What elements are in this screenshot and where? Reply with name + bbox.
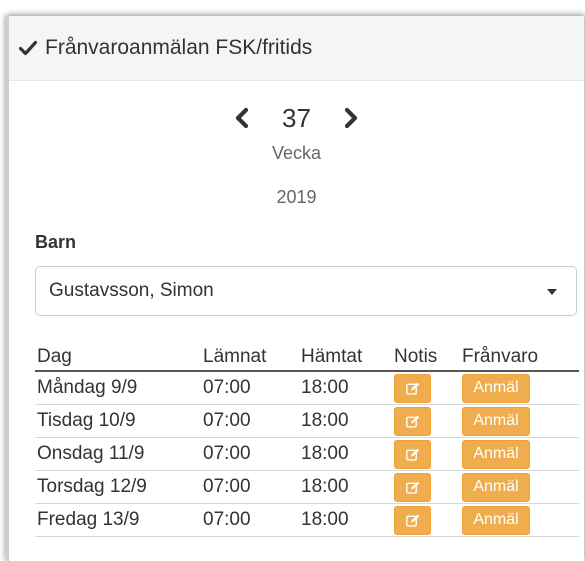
table-row: Måndag 9/9 07:00 18:00 Anmäl xyxy=(35,371,579,405)
edit-icon xyxy=(405,448,419,461)
caret-down-icon xyxy=(547,289,557,295)
report-absence-button[interactable]: Anmäl xyxy=(462,505,530,535)
picked-time-cell: 18:00 xyxy=(301,470,394,504)
panel-header: Frånvaroanmälan FSK/fritids xyxy=(9,16,584,81)
absence-cell: Anmäl xyxy=(462,404,579,438)
notis-button[interactable] xyxy=(394,406,431,436)
left-time-cell: 07:00 xyxy=(203,470,301,504)
column-header-left: Lämnat xyxy=(203,338,301,372)
edit-icon xyxy=(405,382,419,395)
report-absence-button[interactable]: Anmäl xyxy=(462,439,530,469)
absence-cell: Anmäl xyxy=(462,503,579,537)
day-cell: Onsdag 11/9 xyxy=(35,437,203,471)
day-cell: Måndag 9/9 xyxy=(35,371,203,405)
notis-cell xyxy=(394,503,462,537)
week-number: 37 xyxy=(282,102,311,133)
notis-button[interactable] xyxy=(394,505,431,535)
left-time-cell: 07:00 xyxy=(203,437,301,471)
child-label: Barn xyxy=(35,232,77,252)
notis-button[interactable] xyxy=(394,472,431,502)
report-absence-button[interactable]: Anmäl xyxy=(462,373,530,403)
notis-button[interactable] xyxy=(394,373,431,403)
picked-time-cell: 18:00 xyxy=(301,404,394,438)
left-time-cell: 07:00 xyxy=(203,371,301,405)
chevron-left-icon[interactable] xyxy=(228,104,256,132)
notis-cell xyxy=(394,404,462,438)
week-label: Vecka xyxy=(271,143,322,163)
week-navigator: 37 xyxy=(9,100,584,136)
child-select-value: Gustavsson, Simon xyxy=(49,280,214,301)
year-label: 2019 xyxy=(276,187,317,207)
notis-cell xyxy=(394,470,462,504)
report-absence-button[interactable]: Anmäl xyxy=(462,406,530,436)
notis-cell xyxy=(394,437,462,471)
day-cell: Tisdag 10/9 xyxy=(35,404,203,438)
notis-cell xyxy=(394,371,462,405)
report-absence-button[interactable]: Anmäl xyxy=(462,472,530,502)
left-time-cell: 07:00 xyxy=(203,503,301,537)
edit-icon xyxy=(405,514,419,527)
column-header-notis: Notis xyxy=(394,338,462,372)
table-row: Torsdag 12/9 07:00 18:00 Anmäl xyxy=(35,470,579,504)
chevron-right-icon[interactable] xyxy=(337,104,365,132)
picked-time-cell: 18:00 xyxy=(301,371,394,405)
column-header-day: Dag xyxy=(35,338,203,372)
notis-button[interactable] xyxy=(394,439,431,469)
edit-icon xyxy=(405,415,419,428)
child-select[interactable]: Gustavsson, Simon xyxy=(35,266,577,316)
absence-panel: Frånvaroanmälan FSK/fritids 37 Vecka 201… xyxy=(6,16,584,561)
absence-cell: Anmäl xyxy=(462,371,579,405)
day-cell: Fredag 13/9 xyxy=(35,503,203,537)
panel-title: Frånvaroanmälan FSK/fritids xyxy=(45,36,313,59)
edit-icon xyxy=(405,481,419,494)
column-header-absence: Frånvaro xyxy=(462,338,579,372)
left-time-cell: 07:00 xyxy=(203,404,301,438)
table-row: Fredag 13/9 07:00 18:00 Anmäl xyxy=(35,503,579,537)
table-row: Tisdag 10/9 07:00 18:00 Anmäl xyxy=(35,404,579,438)
day-cell: Torsdag 12/9 xyxy=(35,470,203,504)
picked-time-cell: 18:00 xyxy=(301,503,394,537)
picked-time-cell: 18:00 xyxy=(301,437,394,471)
column-header-picked: Hämtat xyxy=(301,338,394,372)
absence-cell: Anmäl xyxy=(462,437,579,471)
table-row: Onsdag 11/9 07:00 18:00 Anmäl xyxy=(35,437,579,471)
week-table: Dag Lämnat Hämtat Notis Frånvaro Måndag … xyxy=(35,338,579,537)
table-header-row: Dag Lämnat Hämtat Notis Frånvaro xyxy=(35,338,579,372)
absence-cell: Anmäl xyxy=(462,470,579,504)
checkmark-icon xyxy=(17,37,39,59)
